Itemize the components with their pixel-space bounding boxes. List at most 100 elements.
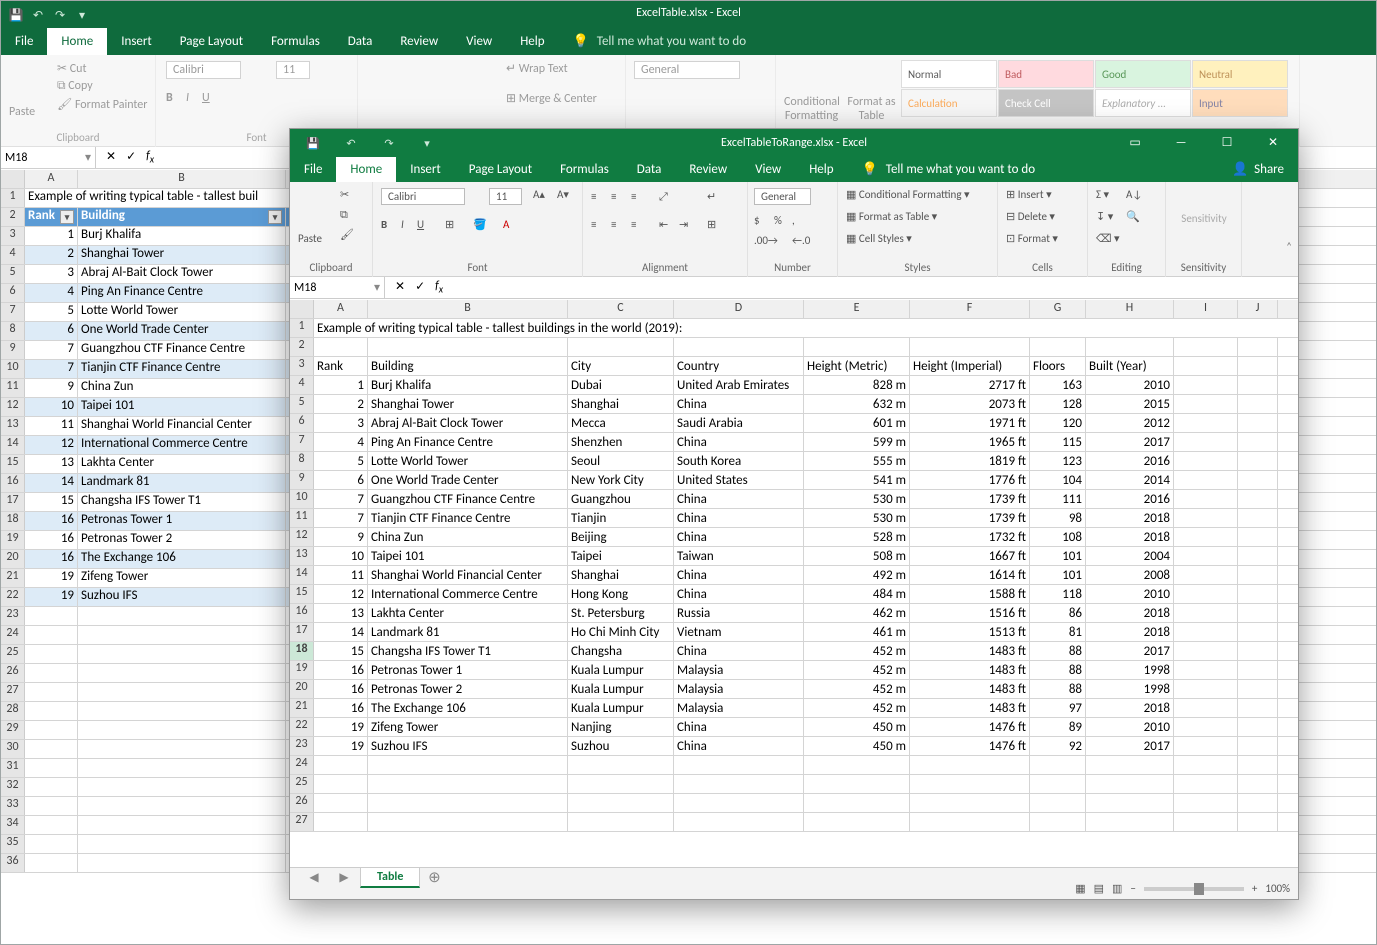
cell[interactable]: 1 [314, 376, 368, 394]
cell[interactable]: Tianjin CTF Finance Centre [368, 509, 568, 527]
style-calculation[interactable]: Calculation [901, 89, 997, 117]
cell[interactable] [674, 338, 804, 356]
cell[interactable]: 16 [314, 699, 368, 717]
cancel-icon[interactable]: ✕ [106, 149, 116, 165]
cell[interactable] [1174, 433, 1238, 451]
cell[interactable]: St. Petersburg [568, 604, 674, 622]
cell[interactable]: Malaysia [674, 661, 804, 679]
cell[interactable]: 101 [1030, 566, 1086, 584]
cell[interactable]: 111 [1030, 490, 1086, 508]
cell[interactable] [804, 813, 910, 831]
cell[interactable] [1238, 566, 1278, 584]
cell[interactable]: Petronas Tower 2 [368, 680, 568, 698]
cell[interactable] [1238, 338, 1278, 356]
cell[interactable]: 2015 [1086, 395, 1174, 413]
row-header[interactable]: 22 [290, 718, 314, 736]
cell[interactable]: 2018 [1086, 699, 1174, 717]
number-format-select[interactable]: General [634, 61, 740, 79]
cell[interactable]: 1516 ft [910, 604, 1030, 622]
bold-button[interactable]: B [381, 218, 387, 231]
undo-icon[interactable]: ↶ [334, 134, 368, 152]
copy-icon[interactable]: ⧉ [340, 208, 348, 222]
cell[interactable] [1174, 604, 1238, 622]
cell[interactable]: 452 m [804, 661, 910, 679]
cell[interactable]: 7 [314, 509, 368, 527]
close-icon[interactable]: ✕ [1250, 129, 1296, 156]
align-center-icon[interactable]: ≡ [611, 218, 616, 231]
cell[interactable]: Guangzhou CTF Finance Centre [368, 490, 568, 508]
cell[interactable] [1174, 585, 1238, 603]
cell[interactable]: 104 [1030, 471, 1086, 489]
cell[interactable]: 484 m [804, 585, 910, 603]
cell[interactable]: China [674, 642, 804, 660]
table-row[interactable]: 24 [290, 756, 1298, 775]
table-row[interactable]: 1714Landmark 81Ho Chi Minh CityVietnam46… [290, 623, 1298, 642]
cell[interactable]: Suzhou IFS [368, 737, 568, 755]
style-good[interactable]: Good [1095, 60, 1191, 88]
cell[interactable]: 2017 [1086, 433, 1174, 451]
table-row[interactable]: 27 [290, 813, 1298, 832]
row-header[interactable]: 8 [290, 452, 314, 470]
cell[interactable]: Shanghai [568, 566, 674, 584]
cell[interactable]: 12 [314, 585, 368, 603]
col-header-B[interactable]: B [78, 170, 286, 188]
cell[interactable]: Malaysia [674, 680, 804, 698]
cell[interactable]: 128 [1030, 395, 1086, 413]
cell[interactable]: The Exchange 106 [368, 699, 568, 717]
row-header[interactable]: 17 [290, 623, 314, 641]
cell[interactable]: 492 m [804, 566, 910, 584]
table-row[interactable]: 25 [290, 775, 1298, 794]
cell[interactable] [1174, 509, 1238, 527]
cell[interactable] [568, 338, 674, 356]
cell[interactable] [1238, 471, 1278, 489]
tab-page-layout[interactable]: Page Layout [166, 28, 257, 55]
row-header[interactable]: 27 [290, 813, 314, 831]
table-row[interactable]: 2319Suzhou IFSSuzhouChina450 m1476 ft922… [290, 737, 1298, 756]
cell[interactable]: 452 m [804, 699, 910, 717]
cell[interactable]: 19 [314, 718, 368, 736]
tell-me[interactable]: 💡Tell me what you want to do [848, 157, 1050, 182]
cell[interactable]: 530 m [804, 490, 910, 508]
fill-icon[interactable]: ↧ ▾ [1096, 210, 1113, 223]
align-right-icon[interactable]: ≡ [631, 218, 636, 231]
copy-button[interactable]: ⧉ Copy [57, 79, 93, 93]
cell[interactable]: 1483 ft [910, 699, 1030, 717]
cell[interactable]: 3 [314, 414, 368, 432]
style-bad[interactable]: Bad [998, 60, 1094, 88]
cell[interactable]: 632 m [804, 395, 910, 413]
cell[interactable]: Burj Khalifa [368, 376, 568, 394]
cell[interactable]: Ho Chi Minh City [568, 623, 674, 641]
cell[interactable]: 1588 ft [910, 585, 1030, 603]
cell[interactable]: Hong Kong [568, 585, 674, 603]
cell[interactable] [1174, 699, 1238, 717]
wrap-text-button[interactable]: ↵ Wrap Text [506, 61, 568, 76]
cell[interactable]: 1732 ft [910, 528, 1030, 546]
cell[interactable] [804, 775, 910, 793]
table-row[interactable]: 26 [290, 794, 1298, 813]
cell[interactable]: 1476 ft [910, 718, 1030, 736]
cell[interactable] [1086, 338, 1174, 356]
tab-formulas[interactable]: Formulas [546, 157, 623, 182]
cell[interactable] [568, 794, 674, 812]
cell[interactable] [314, 794, 368, 812]
column-header-cell[interactable]: Floors [1030, 357, 1086, 375]
cell[interactable]: Abraj Al-Bait Clock Tower [368, 414, 568, 432]
cell[interactable] [1174, 661, 1238, 679]
collapse-ribbon-icon[interactable]: ˄ [1286, 240, 1292, 253]
cell[interactable]: Kuala Lumpur [568, 661, 674, 679]
sheet-nav-next-icon[interactable]: ▶ [330, 870, 358, 885]
tab-insert[interactable]: Insert [107, 28, 166, 55]
cell[interactable] [1174, 737, 1238, 755]
cell[interactable]: 1513 ft [910, 623, 1030, 641]
grow-font-icon[interactable]: A▴ [533, 188, 545, 201]
cell[interactable]: Shenzhen [568, 433, 674, 451]
cell[interactable]: 599 m [804, 433, 910, 451]
cell[interactable] [368, 813, 568, 831]
cell[interactable]: Taiwan [674, 547, 804, 565]
style-neutral[interactable]: Neutral [1192, 60, 1288, 88]
cell[interactable]: Vietnam [674, 623, 804, 641]
minimize-icon[interactable]: — [1158, 129, 1204, 156]
cell[interactable] [1174, 471, 1238, 489]
row-header[interactable]: 24 [290, 756, 314, 774]
cell-A1[interactable]: Example of writing typical table - talle… [314, 319, 1274, 337]
